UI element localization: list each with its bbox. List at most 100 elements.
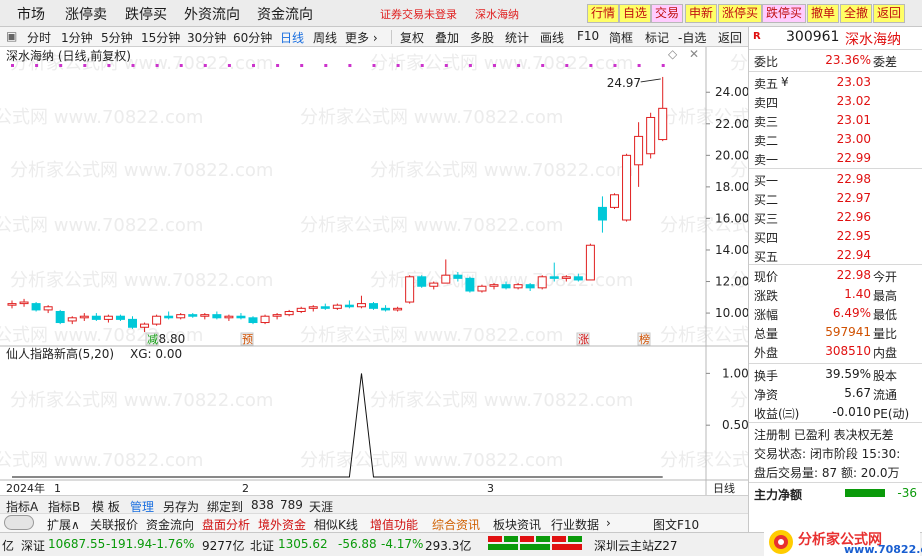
- period-1min[interactable]: 1分钟: [61, 29, 93, 46]
- period-5min[interactable]: 5分钟: [101, 29, 133, 46]
- period-more[interactable]: 更多 ›: [345, 29, 378, 46]
- tool-mark[interactable]: 标记: [645, 29, 669, 46]
- tool-back[interactable]: 返回: [718, 29, 742, 46]
- ask-level[interactable]: 卖四 23.02: [749, 92, 922, 111]
- period-15min[interactable]: 15分钟: [141, 29, 180, 46]
- low-price-label: 8.80: [159, 332, 186, 346]
- divider: [749, 264, 922, 265]
- tab-related-quotes[interactable]: 关联报价: [90, 516, 138, 533]
- toggle-switch[interactable]: [4, 515, 34, 530]
- webi-label: 委比: [754, 55, 779, 69]
- period-daily[interactable]: 日线: [280, 29, 304, 46]
- stat-row[interactable]: 外盘 308510 内盘: [749, 342, 922, 361]
- close-icon[interactable]: ✕: [689, 47, 699, 61]
- stat-label: 外盘: [754, 346, 779, 360]
- chart-area[interactable]: 分析家公式网 www.70822.com 分析家公式网 www.70822.com…: [0, 47, 922, 495]
- btn-cancel-all[interactable]: 全撤: [840, 4, 873, 23]
- tab-general-news[interactable]: 综合资讯: [432, 516, 480, 533]
- tab-sector-news[interactable]: 板块资讯: [493, 516, 541, 533]
- period-60min[interactable]: 60分钟: [233, 29, 272, 46]
- btn-cancel-order[interactable]: 撤单: [807, 4, 840, 23]
- ask-level[interactable]: 卖一 22.99: [749, 149, 922, 168]
- tab-overseas-capital[interactable]: 境外资金: [258, 516, 306, 533]
- btn-watchlist[interactable]: 自选: [619, 4, 652, 23]
- stock-name[interactable]: 深水海纳: [845, 29, 901, 49]
- candle-up: [405, 276, 415, 303]
- menu-limit-up-sell[interactable]: 涨停卖: [65, 4, 107, 24]
- stat-row[interactable]: 现价 22.98 今开: [749, 266, 922, 285]
- stat-row[interactable]: 涨幅 6.49% 最低: [749, 304, 922, 323]
- tab-expand[interactable]: 扩展∧: [47, 516, 80, 533]
- stat-row[interactable]: 总量 597941 量比: [749, 323, 922, 342]
- signal-dot: [276, 64, 280, 67]
- marker-list[interactable]: 榜: [639, 332, 650, 346]
- bid-level[interactable]: 买四 22.95: [749, 227, 922, 246]
- ask-level[interactable]: 卖三 23.01: [749, 111, 922, 130]
- period-weekly[interactable]: 周线: [313, 29, 337, 46]
- tool-restore-rights[interactable]: 复权: [400, 29, 424, 46]
- webi-value: 23.36%: [825, 53, 871, 67]
- date-label-mar: 3: [487, 482, 494, 495]
- tab-capital-flow[interactable]: 资金流向: [146, 516, 194, 533]
- bid-level[interactable]: 买一 22.98: [749, 170, 922, 189]
- marker-reduce[interactable]: 减: [147, 333, 158, 346]
- extension-tabs: 扩展∧ 关联报价 资金流向 盘面分析 境外资金 相似K线 增值功能 综合资讯 板…: [0, 513, 748, 532]
- bid-level[interactable]: 买三 22.96: [749, 208, 922, 227]
- share-stat-row[interactable]: 换手 39.59% 股本: [749, 365, 922, 384]
- marker-forecast[interactable]: 预: [242, 333, 253, 346]
- btn-back[interactable]: 返回: [873, 4, 906, 23]
- bid-level[interactable]: 买五 22.94: [749, 246, 922, 265]
- share-stat-row[interactable]: 净资 5.67 流通: [749, 384, 922, 403]
- marker-rise[interactable]: 涨: [578, 333, 589, 346]
- tab-789[interactable]: 789: [280, 498, 303, 512]
- tab-scroll-right[interactable]: ›: [606, 516, 611, 530]
- tool-statistics[interactable]: 统计: [505, 29, 529, 46]
- ticker-bz-name[interactable]: 北证: [250, 537, 274, 554]
- menu-foreign-flow[interactable]: 外资流向: [184, 4, 240, 24]
- signal-dot: [444, 64, 448, 67]
- tab-industry-data[interactable]: 行业数据: [551, 516, 599, 533]
- menu-capital-flow[interactable]: 资金流向: [257, 4, 313, 24]
- kline-chart[interactable]: 分析家公式网 www.70822.com 分析家公式网 www.70822.com…: [0, 47, 922, 495]
- ticker-server[interactable]: 深圳云主站Z27: [594, 537, 678, 554]
- tab-similar-kline[interactable]: 相似K线: [314, 516, 358, 533]
- btn-quotes[interactable]: 行情: [587, 4, 620, 23]
- share-stat-row[interactable]: 收益(㈢) -0.010 PE(动): [749, 403, 922, 422]
- period-30min[interactable]: 30分钟: [187, 29, 226, 46]
- ticker-sz-amount: 9277亿: [202, 539, 245, 553]
- tab-board-analysis[interactable]: 盘面分析: [202, 516, 250, 533]
- ticker-sz-name[interactable]: 深证: [21, 537, 45, 554]
- tool-multi-stock[interactable]: 多股: [470, 29, 494, 46]
- tool-f10[interactable]: F10: [577, 29, 599, 43]
- btn-limit-up-buy[interactable]: 涨停买: [718, 4, 763, 23]
- tool-remove-watchlist[interactable]: -自选: [678, 29, 706, 46]
- btn-limit-down-buy[interactable]: 跌停买: [762, 4, 807, 23]
- menu-limit-down-buy[interactable]: 跌停买: [125, 4, 167, 24]
- period-tick[interactable]: 分时: [27, 29, 51, 46]
- watermark-text: 分析家公式网 www.70822.com: [730, 390, 748, 411]
- login-status-stock: 深水海纳: [475, 8, 519, 21]
- lock-icon[interactable]: ▣: [6, 29, 17, 43]
- tab-value-added[interactable]: 增值功能: [370, 516, 418, 533]
- btn-trade[interactable]: 交易: [651, 4, 684, 23]
- stat-label-secondary: 最高: [873, 289, 898, 303]
- info-registration: 注册制 已盈利 表决权无差: [754, 428, 894, 442]
- tool-overlay[interactable]: 叠加: [435, 29, 459, 46]
- ask-level[interactable]: 卖二 23.00: [749, 130, 922, 149]
- menu-market[interactable]: 市场: [17, 4, 45, 24]
- candle-up: [308, 306, 318, 309]
- candle-down: [525, 284, 535, 289]
- stat-row[interactable]: 涨跌 1.40 最高: [749, 285, 922, 304]
- signal-dot: [541, 64, 545, 67]
- tab-f10-graphic[interactable]: 图文F10: [653, 516, 699, 533]
- bid-label: 买三: [754, 212, 779, 226]
- collapse-icon[interactable]: ◇: [668, 47, 678, 61]
- tool-draw-line[interactable]: 画线: [540, 29, 564, 46]
- tab-838[interactable]: 838: [251, 498, 274, 512]
- ask-level[interactable]: 卖五 ¥23.03: [749, 73, 922, 92]
- candle-up: [537, 276, 547, 289]
- btn-ipo[interactable]: 申新: [685, 4, 718, 23]
- bid-level[interactable]: 买二 22.97: [749, 189, 922, 208]
- stat-label-secondary: 今开: [873, 270, 898, 284]
- tool-simple-frame[interactable]: 简框: [609, 29, 633, 46]
